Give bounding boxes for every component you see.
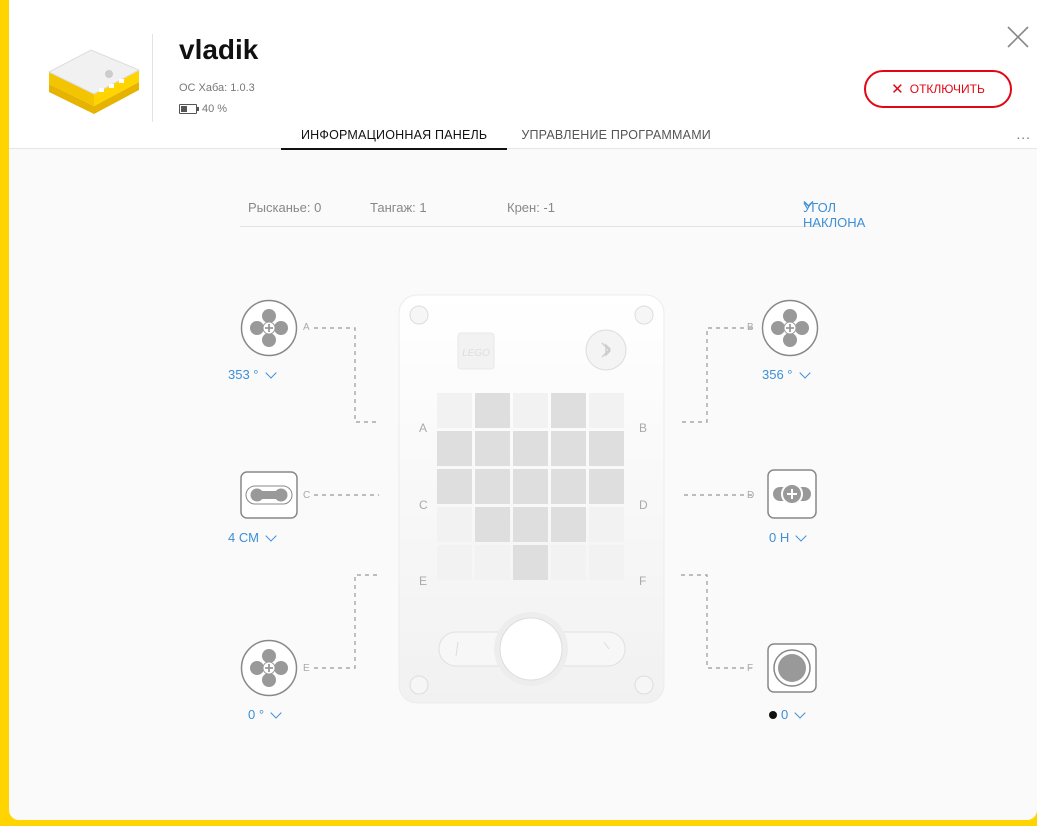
led-pixel: [589, 545, 624, 580]
port-c-label: C: [303, 490, 311, 501]
led-pixel: [551, 431, 586, 466]
chevron-down-icon: [270, 706, 282, 719]
led-matrix: [437, 393, 624, 580]
hub-diagram: LEGO A B C D E F: [314, 294, 752, 704]
led-pixel: [475, 507, 510, 542]
port-c-value-dropdown[interactable]: 4 СМ: [228, 529, 277, 545]
port-b-value: 356 °: [762, 367, 793, 382]
hub-port-e-label: E: [419, 574, 427, 588]
hub-center-button[interactable]: [499, 617, 563, 681]
port-f-value: 0: [781, 707, 789, 722]
hub-port-f-label: F: [639, 574, 646, 588]
led-pixel: [551, 507, 586, 542]
led-pixel: [551, 393, 586, 428]
led-pixel: [475, 545, 510, 580]
led-pixel: [513, 393, 548, 428]
led-pixel: [589, 469, 624, 504]
led-pixel: [475, 393, 510, 428]
port-f-label: F: [747, 663, 754, 674]
led-pixel: [437, 507, 472, 542]
hub-port-b-label: B: [639, 421, 647, 435]
led-pixel: [513, 431, 548, 466]
port-a-label: A: [303, 322, 310, 333]
led-pixel: [437, 393, 472, 428]
led-pixel: [513, 469, 548, 504]
port-e-value: 0 °: [248, 707, 265, 722]
port-b-label: B: [747, 322, 754, 333]
port-c-value: 4 СМ: [228, 530, 259, 545]
port-a-value: 353 °: [228, 367, 259, 382]
led-pixel: [589, 393, 624, 428]
chevron-down-icon: [798, 366, 811, 379]
chevron-down-icon: [794, 706, 806, 719]
hub-port-c-label: C: [419, 498, 428, 512]
chevron-down-icon: [795, 529, 807, 542]
port-b-motor-icon[interactable]: [761, 299, 819, 357]
port-b-value-dropdown[interactable]: 356 °: [762, 366, 811, 382]
led-pixel: [589, 431, 624, 466]
led-pixel: [551, 469, 586, 504]
led-pixel: [589, 507, 624, 542]
led-pixel: [513, 545, 548, 580]
port-d-force-sensor-icon[interactable]: [767, 469, 817, 519]
port-e-value-dropdown[interactable]: 0 °: [248, 706, 282, 722]
led-pixel: [437, 545, 472, 580]
logo-text: LEGO: [462, 348, 490, 359]
port-d-label: D: [747, 490, 755, 501]
pressed-state-dot-icon: [769, 710, 777, 719]
chevron-down-icon: [265, 529, 277, 542]
led-pixel: [475, 431, 510, 466]
port-e-motor-icon[interactable]: [240, 639, 298, 697]
port-e-label: E: [303, 663, 310, 674]
port-d-value-dropdown[interactable]: 0 Н: [769, 529, 807, 545]
port-a-motor-icon[interactable]: [240, 299, 298, 357]
led-pixel: [551, 545, 586, 580]
port-a-value-dropdown[interactable]: 353 °: [228, 366, 277, 382]
port-c-distance-sensor-icon[interactable]: [240, 471, 298, 519]
led-pixel: [437, 469, 472, 504]
port-f-touch-sensor-icon[interactable]: [767, 643, 817, 693]
hub-dashboard-panel: vladik ОС Хаба: 1.0.3 40 % ✕ ОТКЛЮЧИТЬ И…: [9, 0, 1037, 820]
led-pixel: [437, 431, 472, 466]
led-pixel: [513, 507, 548, 542]
led-pixel: [475, 469, 510, 504]
port-d-value: 0 Н: [769, 530, 790, 545]
port-f-value-dropdown[interactable]: 0: [769, 706, 806, 722]
hub-port-a-label: A: [419, 421, 427, 435]
hub-port-d-label: D: [639, 498, 648, 512]
chevron-down-icon: [264, 366, 277, 379]
